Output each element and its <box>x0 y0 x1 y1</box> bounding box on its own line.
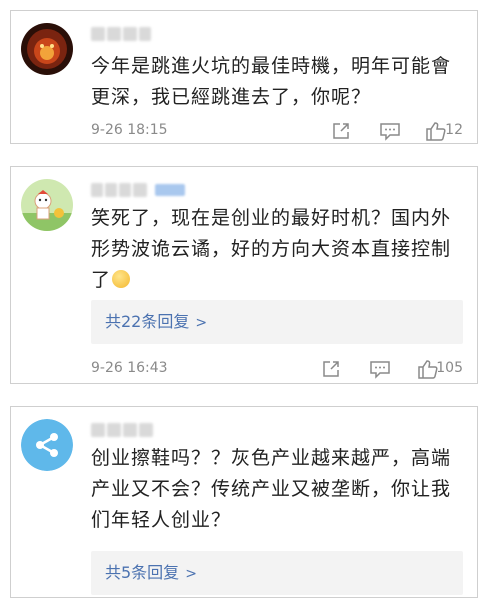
timestamp: 9-26 16:43 <box>91 360 168 376</box>
comment-icon[interactable] <box>369 359 391 379</box>
comment-card: 笑死了，现在是创业的最好时机？国内外形势波诡云谲，好的方向大资本直接控制了 共2… <box>10 166 478 384</box>
grin-emoji-icon <box>112 270 131 288</box>
comment-text: 笑死了，现在是创业的最好时机？国内外形势波诡云谲，好的方向大资本直接控制了 <box>91 207 452 291</box>
comment-footer: 9-26 18:15 12 <box>91 121 463 141</box>
comment-text: 今年是跳進火坑的最佳時機，明年可能會更深，我已經跳進去了，你呢？ <box>91 55 452 108</box>
share-icon[interactable] <box>331 121 353 141</box>
share-icon[interactable] <box>321 359 343 379</box>
comment-icon[interactable] <box>379 121 401 141</box>
view-replies-button[interactable]: 共5条回复 > <box>91 551 463 595</box>
comment-card: 创业擦鞋吗？？灰色产业越来越严，高端产业又不会？传统产业又被垄断，你让我们年轻人… <box>10 406 478 598</box>
username-blurred[interactable] <box>91 421 153 439</box>
user-badge <box>155 184 185 196</box>
chevron-right-icon: > <box>195 315 208 331</box>
thumbs-up-icon[interactable] <box>425 121 447 141</box>
like-count: 105 <box>436 360 463 376</box>
avatar[interactable] <box>21 419 73 471</box>
view-replies-button[interactable]: 共22条回复 > <box>91 300 463 344</box>
comment-card: 今年是跳進火坑的最佳時機，明年可能會更深，我已經跳進去了，你呢？ 9-26 18… <box>10 10 478 144</box>
chevron-right-icon: > <box>185 566 197 582</box>
username-blurred[interactable] <box>91 181 185 199</box>
avatar[interactable] <box>21 179 73 231</box>
comment-footer: 9-26 16:43 105 <box>91 359 463 379</box>
like-count: 12 <box>445 122 463 138</box>
timestamp: 9-26 18:15 <box>91 122 168 138</box>
avatar[interactable] <box>21 23 73 75</box>
comment-text: 创业擦鞋吗？？灰色产业越来越严，高端产业又不会？传统产业又被垄断，你让我们年轻人… <box>91 447 452 531</box>
username-blurred[interactable] <box>91 25 151 43</box>
